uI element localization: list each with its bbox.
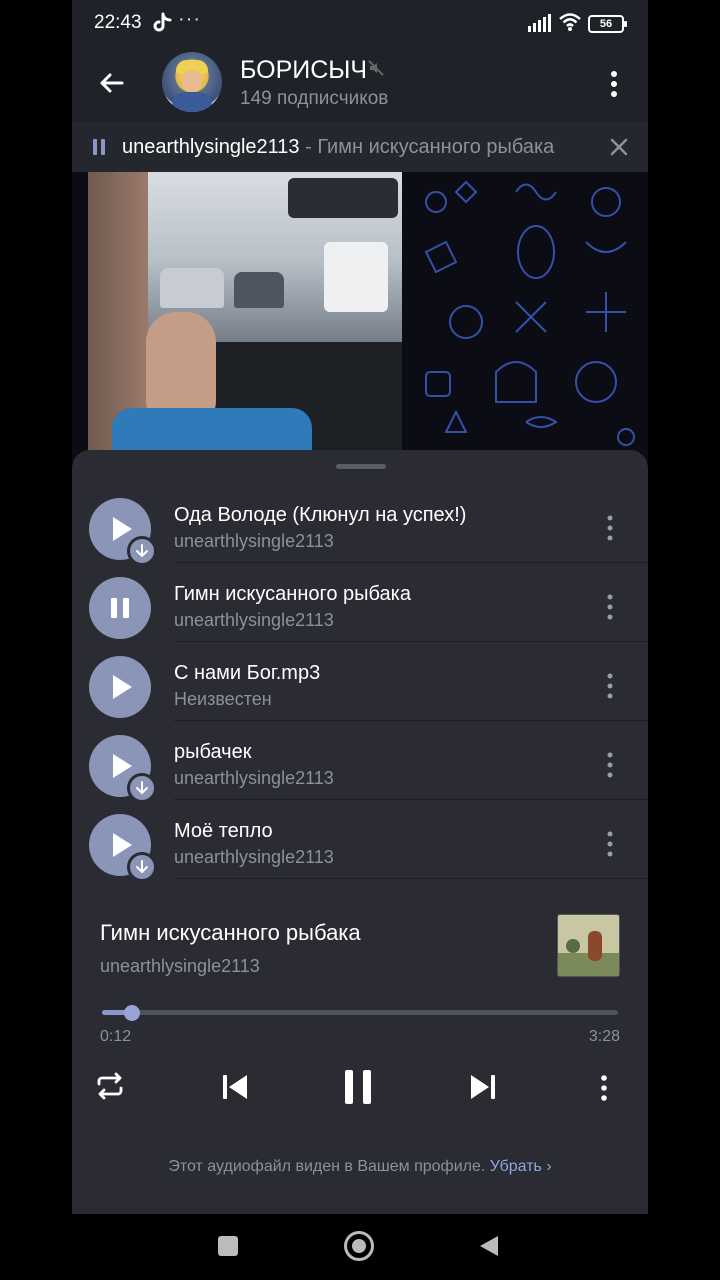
player-panel: Гимн искусанного рыбака unearthlysingle2… bbox=[72, 884, 648, 1214]
track-title: Моё тепло bbox=[174, 820, 273, 842]
track-artist: unearthlysingle2113 bbox=[174, 847, 334, 867]
repeat-icon[interactable] bbox=[94, 1072, 126, 1100]
chat-background bbox=[72, 172, 648, 462]
download-badge[interactable] bbox=[127, 852, 157, 882]
player-artist[interactable]: unearthlysingle2113 bbox=[100, 956, 260, 977]
download-badge[interactable] bbox=[127, 773, 157, 803]
track-artist: Неизвестен bbox=[174, 689, 272, 709]
pause-icon bbox=[111, 598, 129, 618]
track-item[interactable]: рыбачек unearthlysingle2113 bbox=[72, 721, 648, 803]
track-list: Ода Володе (Клюнул на успех!) unearthlys… bbox=[72, 484, 648, 884]
back-arrow-icon[interactable] bbox=[96, 67, 128, 99]
profile-visibility-notice: Этот аудиофайл виден в Вашем профиле. Уб… bbox=[72, 1158, 648, 1176]
track-more-icon[interactable] bbox=[602, 593, 618, 621]
next-track-icon[interactable] bbox=[468, 1073, 498, 1101]
now-playing-bar[interactable]: unearthlysingle2113 - Гимн искусанного р… bbox=[72, 122, 648, 172]
recents-button[interactable] bbox=[218, 1236, 238, 1256]
pause-icon[interactable] bbox=[92, 139, 106, 155]
system-nav-bar bbox=[72, 1214, 648, 1280]
pause-button[interactable] bbox=[89, 577, 151, 639]
current-time: 0:12 bbox=[100, 1028, 132, 1045]
pause-icon[interactable] bbox=[340, 1068, 376, 1106]
download-icon bbox=[136, 781, 148, 794]
track-item[interactable]: С нами Бог.mp3 Неизвестен bbox=[72, 642, 648, 721]
track-artist: unearthlysingle2113 bbox=[174, 768, 334, 788]
home-button[interactable] bbox=[344, 1231, 374, 1261]
sheet-drag-handle[interactable] bbox=[336, 464, 386, 469]
download-icon bbox=[136, 544, 148, 557]
track-more-icon[interactable] bbox=[602, 514, 618, 542]
audio-player-sheet: Ода Володе (Клюнул на успех!) unearthlys… bbox=[72, 450, 648, 1214]
track-more-icon[interactable] bbox=[602, 672, 618, 700]
track-title: Гимн искусанного рыбака bbox=[174, 583, 411, 605]
track-title: Ода Володе (Клюнул на успех!) bbox=[174, 504, 467, 526]
divider bbox=[174, 878, 648, 879]
track-more-icon[interactable] bbox=[602, 830, 618, 858]
channel-avatar[interactable] bbox=[162, 52, 222, 112]
notice-text: Этот аудиофайл виден в Вашем профиле. bbox=[168, 1158, 486, 1175]
back-triangle-icon[interactable] bbox=[478, 1234, 500, 1258]
track-item[interactable]: Ода Володе (Клюнул на успех!) unearthlys… bbox=[72, 484, 648, 566]
album-cover[interactable] bbox=[557, 914, 620, 977]
track-more-icon[interactable] bbox=[602, 751, 618, 779]
track-artist: unearthlysingle2113 bbox=[174, 610, 334, 630]
previous-track-icon[interactable] bbox=[220, 1073, 250, 1101]
progress-slider[interactable] bbox=[102, 1005, 618, 1021]
battery-level: 56 bbox=[599, 18, 613, 30]
track-artist: unearthlysingle2113 bbox=[174, 531, 334, 551]
track-title: С нами Бог.mp3 bbox=[174, 662, 321, 684]
chat-wallpaper-pattern bbox=[424, 180, 635, 446]
track-item[interactable]: Гимн искусанного рыбака unearthlysingle2… bbox=[72, 563, 648, 642]
phone-screen: 22:43 ··· 56 БОРИСЫЧ 149 подписчиков une… bbox=[72, 0, 648, 1280]
download-badge[interactable] bbox=[127, 536, 157, 566]
now-playing-separator: - bbox=[305, 136, 312, 158]
now-playing-artist: unearthlysingle2113 bbox=[122, 136, 300, 158]
chat-header: БОРИСЫЧ 149 подписчиков bbox=[72, 48, 648, 122]
video-message-thumbnail[interactable] bbox=[88, 172, 402, 462]
progress-knob[interactable] bbox=[123, 1005, 140, 1021]
remove-link-label[interactable]: Убрать bbox=[490, 1158, 542, 1175]
battery-icon: 56 bbox=[588, 15, 627, 33]
more-notifications-icon: ··· bbox=[178, 8, 201, 30]
track-item[interactable]: Моё тепло unearthlysingle2113 bbox=[72, 800, 648, 882]
status-bar: 22:43 ··· 56 bbox=[72, 0, 648, 48]
now-playing-title: Гимн искусанного рыбака bbox=[317, 136, 555, 158]
track-title: рыбачек bbox=[174, 741, 252, 763]
wifi-icon bbox=[559, 13, 581, 31]
muted-icon bbox=[368, 60, 384, 76]
download-icon bbox=[136, 860, 148, 873]
now-playing-text: unearthlysingle2113 - Гимн искусанного р… bbox=[122, 136, 554, 159]
status-time: 22:43 bbox=[94, 12, 142, 33]
remove-link[interactable]: Убрать › bbox=[490, 1158, 552, 1175]
play-button[interactable] bbox=[89, 656, 151, 718]
channel-name[interactable]: БОРИСЫЧ bbox=[240, 56, 367, 85]
more-vertical-icon[interactable] bbox=[604, 68, 624, 100]
tiktok-icon bbox=[153, 12, 172, 32]
more-vertical-icon[interactable] bbox=[598, 1075, 610, 1101]
signal-icon bbox=[528, 14, 551, 32]
play-icon bbox=[113, 675, 132, 699]
close-icon[interactable] bbox=[610, 138, 628, 156]
player-title: Гимн искусанного рыбака bbox=[100, 920, 361, 945]
subscriber-count: 149 подписчиков bbox=[240, 88, 389, 109]
total-time: 3:28 bbox=[588, 1028, 620, 1045]
